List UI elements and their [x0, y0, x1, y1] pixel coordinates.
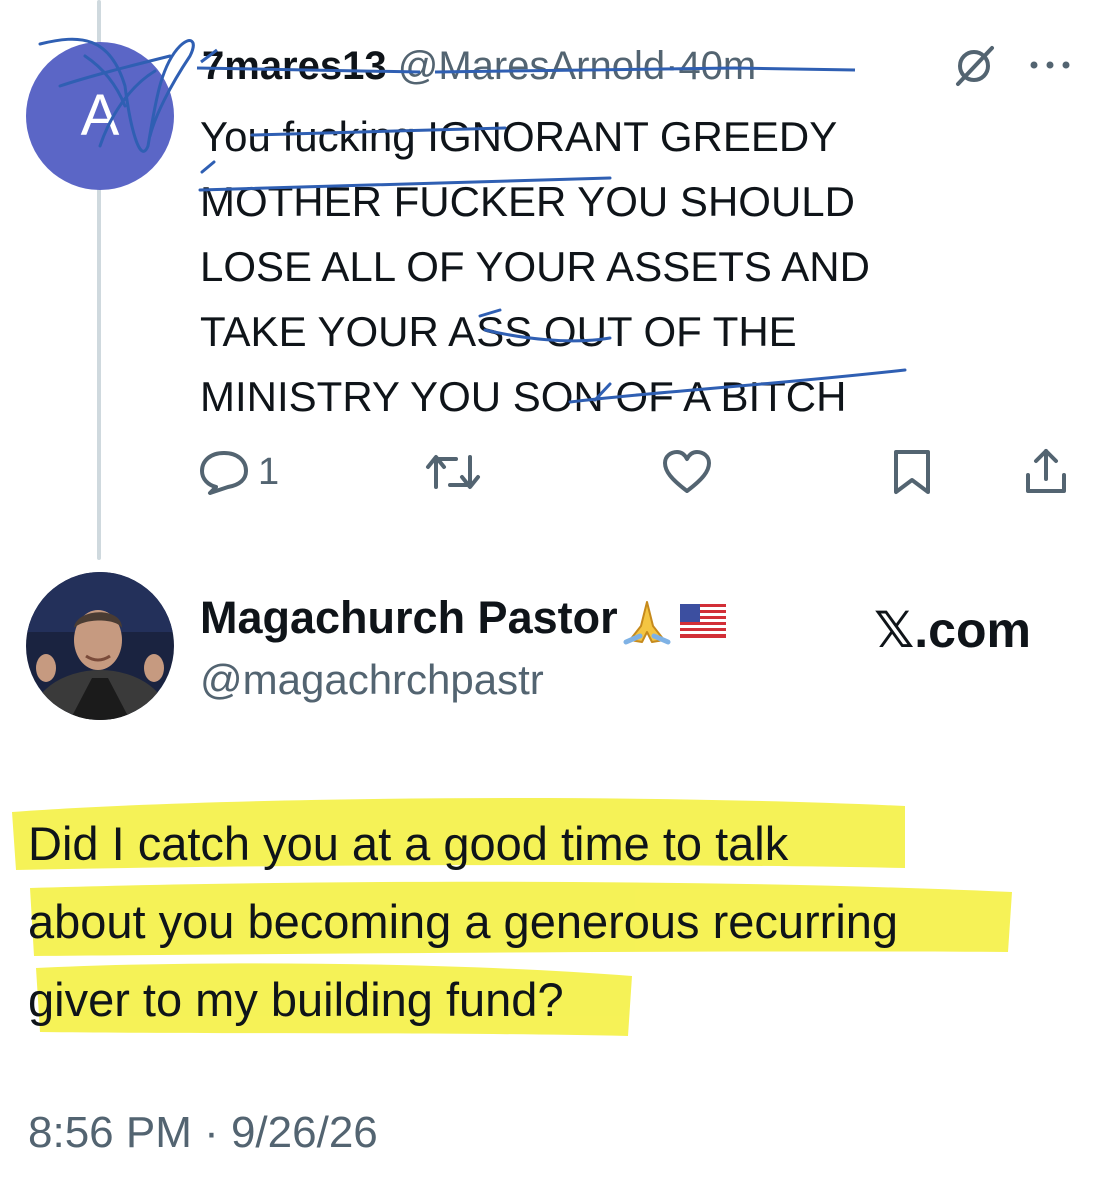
- text-strike-annotations: [198, 126, 907, 404]
- retweet-icon: [426, 455, 480, 489]
- retweet-button[interactable]: [422, 447, 484, 497]
- share-button[interactable]: [1022, 447, 1070, 497]
- pastor-tweet-text: Did I catch you at a good time to talk a…: [28, 817, 899, 1026]
- share-icon: [1026, 449, 1066, 493]
- like-button[interactable]: [661, 447, 713, 497]
- like-icon: [663, 450, 711, 493]
- pastor-photo: [26, 572, 174, 720]
- praying-hands-emoji-icon: [623, 601, 671, 645]
- pastor-name-row: Magachurch Pastor: [200, 590, 726, 646]
- bookmark-button[interactable]: [888, 447, 936, 497]
- reply-icon: [200, 451, 248, 495]
- pastor-handle[interactable]: @magachrchpastr: [200, 652, 544, 708]
- us-flag-emoji-icon: [679, 604, 726, 639]
- tweet-timestamp[interactable]: 8:56 PM · 9/26/26: [28, 1105, 378, 1161]
- bookmark-icon: [894, 450, 930, 494]
- pastor-avatar[interactable]: [26, 572, 174, 720]
- pastor-display-name[interactable]: Magachurch Pastor: [200, 592, 618, 643]
- reply-button[interactable]: 1: [198, 447, 279, 497]
- reply-count: 1: [258, 450, 280, 493]
- x-brand-logo[interactable]: 𝕏.com: [874, 600, 1031, 660]
